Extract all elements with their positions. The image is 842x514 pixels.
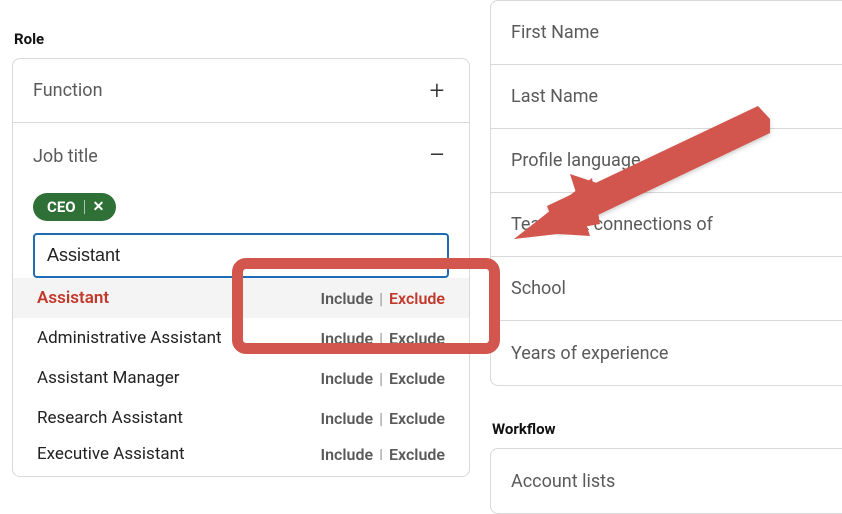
filter-school[interactable]: School: [491, 257, 842, 321]
filter-row-label: Account lists: [511, 471, 615, 492]
include-button[interactable]: Include: [320, 289, 373, 308]
filter-function-label: Function: [33, 80, 103, 101]
filter-row-label: First Name: [511, 22, 599, 43]
suggestion-actions: Include | Exclude: [320, 409, 445, 428]
suggestion-item[interactable]: Administrative Assistant Include | Exclu…: [13, 318, 469, 358]
section-label-role: Role: [12, 0, 470, 58]
suggestion-label: Research Assistant: [37, 408, 183, 428]
exclude-button[interactable]: Exclude: [389, 329, 445, 348]
action-separator: |: [379, 289, 383, 308]
suggestion-label: Assistant Manager: [37, 368, 180, 388]
suggestion-actions: Include | Exclude: [320, 369, 445, 388]
suggestion-item[interactable]: Assistant Include | Exclude: [13, 278, 469, 318]
suggestion-actions: Include | Exclude: [320, 329, 445, 348]
filter-profile-language[interactable]: Profile language: [491, 129, 842, 193]
action-separator: |: [379, 409, 383, 428]
suggestion-actions: Include | Exclude: [320, 289, 445, 308]
chip-separator: [84, 200, 85, 214]
include-button[interactable]: Include: [320, 445, 373, 461]
chip-label: CEO: [47, 198, 76, 216]
filter-row-label: School: [511, 278, 566, 299]
chips-container: CEO ✕: [33, 189, 449, 233]
section-label-workflow: Workflow: [490, 386, 842, 448]
filter-function-row[interactable]: Function +: [13, 59, 469, 123]
suggestions-list: Assistant Include | Exclude Administrati…: [13, 278, 469, 460]
filter-years-experience[interactable]: Years of experience: [491, 321, 842, 385]
suggestion-label: Assistant: [37, 288, 109, 308]
filter-jobtitle-header[interactable]: Job title −: [13, 123, 469, 189]
filter-account-lists[interactable]: Account lists: [491, 449, 842, 513]
exclude-button[interactable]: Exclude: [389, 445, 445, 461]
suggestion-item[interactable]: Research Assistant Include | Exclude: [13, 398, 469, 438]
chip-ceo[interactable]: CEO ✕: [33, 193, 116, 221]
filter-first-name[interactable]: First Name: [491, 1, 842, 65]
plus-icon: +: [425, 78, 449, 104]
jobtitle-body: CEO ✕ Assistant Include | Exclude Admini…: [13, 189, 469, 476]
filter-jobtitle-label: Job title: [33, 146, 98, 167]
filter-row-label: Profile language: [511, 150, 641, 171]
filter-teamlink-connections[interactable]: TeamLink connections of: [491, 193, 842, 257]
include-button[interactable]: Include: [320, 369, 373, 388]
action-separator: |: [379, 369, 383, 388]
suggestion-actions: Include | Exclude: [320, 445, 445, 461]
include-button[interactable]: Include: [320, 329, 373, 348]
right-filter-box: First Name Last Name Profile language Te…: [490, 0, 842, 386]
filter-row-label: TeamLink connections of: [511, 214, 713, 235]
suggestion-item[interactable]: Assistant Manager Include | Exclude: [13, 358, 469, 398]
filter-row-label: Last Name: [511, 86, 598, 107]
minus-icon: −: [425, 141, 449, 171]
action-separator: |: [379, 329, 383, 348]
filter-row-label: Years of experience: [511, 343, 668, 364]
close-icon[interactable]: ✕: [93, 199, 105, 215]
role-filter-box: Function + Job title − CEO ✕ Assistant: [12, 58, 470, 477]
suggestion-label: Executive Assistant: [37, 444, 185, 460]
include-button[interactable]: Include: [320, 409, 373, 428]
exclude-button[interactable]: Exclude: [389, 289, 445, 308]
suggestion-item[interactable]: Executive Assistant Include | Exclude: [13, 438, 469, 460]
filter-last-name[interactable]: Last Name: [491, 65, 842, 129]
workflow-filter-box: Account lists: [490, 448, 842, 514]
exclude-button[interactable]: Exclude: [389, 369, 445, 388]
exclude-button[interactable]: Exclude: [389, 409, 445, 428]
suggestion-label: Administrative Assistant: [37, 328, 222, 348]
jobtitle-search-input[interactable]: [33, 233, 449, 278]
action-separator: |: [379, 445, 383, 461]
